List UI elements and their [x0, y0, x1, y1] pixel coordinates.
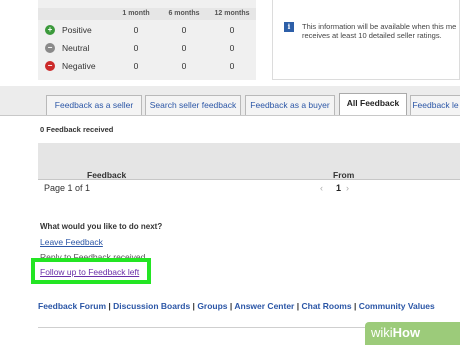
rating-row-neutral: − Neutral 0 0 0: [38, 41, 256, 59]
minus-red-icon: −: [45, 61, 55, 71]
tab-feedback-left[interactable]: Feedback le: [410, 95, 460, 115]
rating-row-positive: + Positive 0 0 0: [38, 23, 256, 41]
footer-separator: |: [296, 301, 300, 311]
plus-icon: +: [45, 25, 55, 35]
chevron-right-icon[interactable]: ›: [346, 183, 349, 193]
tab-feedback-as-buyer[interactable]: Feedback as a buyer: [245, 95, 335, 115]
rating-value: 0: [133, 61, 139, 71]
follow-up-highlight: Follow up to Feedback left: [31, 258, 151, 284]
chevron-left-icon[interactable]: ‹: [320, 183, 323, 193]
feedback-content: 0 Feedback received Feedback From Page 1…: [0, 115, 460, 345]
info-icon: i: [284, 22, 294, 32]
footer-link-answer-center[interactable]: Answer Center: [234, 301, 294, 311]
footer-separator: |: [108, 301, 111, 311]
tab-feedback-as-seller[interactable]: Feedback as a seller: [46, 95, 142, 115]
col-12-months: 12 months: [214, 10, 250, 17]
wikihow-watermark: wikiHow: [365, 322, 460, 345]
community-footer: Feedback Forum | Discussion Boards | Gro…: [38, 301, 435, 311]
info-line-2: receives at least 10 detailed seller rat…: [302, 31, 442, 40]
rating-value: 0: [181, 61, 187, 71]
col-6-months: 6 months: [168, 10, 200, 17]
footer-separator: |: [229, 301, 233, 311]
ratings-table: 1 month 6 months 12 months + Positive 0 …: [38, 0, 256, 80]
feedback-received-count: 0 Feedback received: [40, 125, 114, 134]
col-feedback: Feedback: [87, 170, 127, 180]
rating-value: 0: [181, 25, 187, 35]
rating-value: 0: [133, 43, 139, 53]
info-box: i This information will be available whe…: [272, 0, 460, 80]
rating-value: 0: [229, 25, 235, 35]
feedback-table-header: Feedback From: [38, 143, 460, 180]
rating-value: 0: [181, 43, 187, 53]
rating-row-negative: − Negative 0 0 0: [38, 59, 256, 77]
info-text: This information will be available when …: [302, 22, 460, 40]
rating-value: 0: [229, 43, 235, 53]
page-number[interactable]: 1: [336, 183, 341, 193]
watermark-part-1: wiki: [371, 325, 393, 340]
rating-value: 0: [133, 25, 139, 35]
footer-link-community-values[interactable]: Community Values: [359, 301, 435, 311]
page-indicator: Page 1 of 1: [44, 183, 91, 193]
footer-link-discussion-boards[interactable]: Discussion Boards: [113, 301, 190, 311]
watermark-part-2: How: [392, 325, 421, 340]
footer-link-feedback-forum[interactable]: Feedback Forum: [38, 301, 106, 311]
tab-search-seller-feedback[interactable]: Search seller feedback: [145, 95, 241, 115]
tab-all-feedback[interactable]: All Feedback: [339, 93, 407, 116]
footer-separator: |: [353, 301, 357, 311]
minus-gray-icon: −: [45, 43, 55, 53]
col-from: From: [333, 170, 355, 180]
col-1-month: 1 month: [122, 10, 150, 17]
rating-label: Positive: [62, 25, 92, 35]
footer-separator: |: [192, 301, 195, 311]
info-line-1: This information will be available when …: [302, 22, 457, 31]
next-steps-heading: What would you like to do next?: [40, 222, 163, 231]
rating-label: Negative: [62, 61, 96, 71]
footer-link-groups[interactable]: Groups: [197, 301, 227, 311]
leave-feedback-link[interactable]: Leave Feedback: [40, 237, 103, 247]
rating-value: 0: [229, 61, 235, 71]
rating-label: Neutral: [62, 43, 90, 53]
follow-up-feedback-link[interactable]: Follow up to Feedback left: [40, 267, 139, 277]
footer-link-chat-rooms[interactable]: Chat Rooms: [302, 301, 352, 311]
